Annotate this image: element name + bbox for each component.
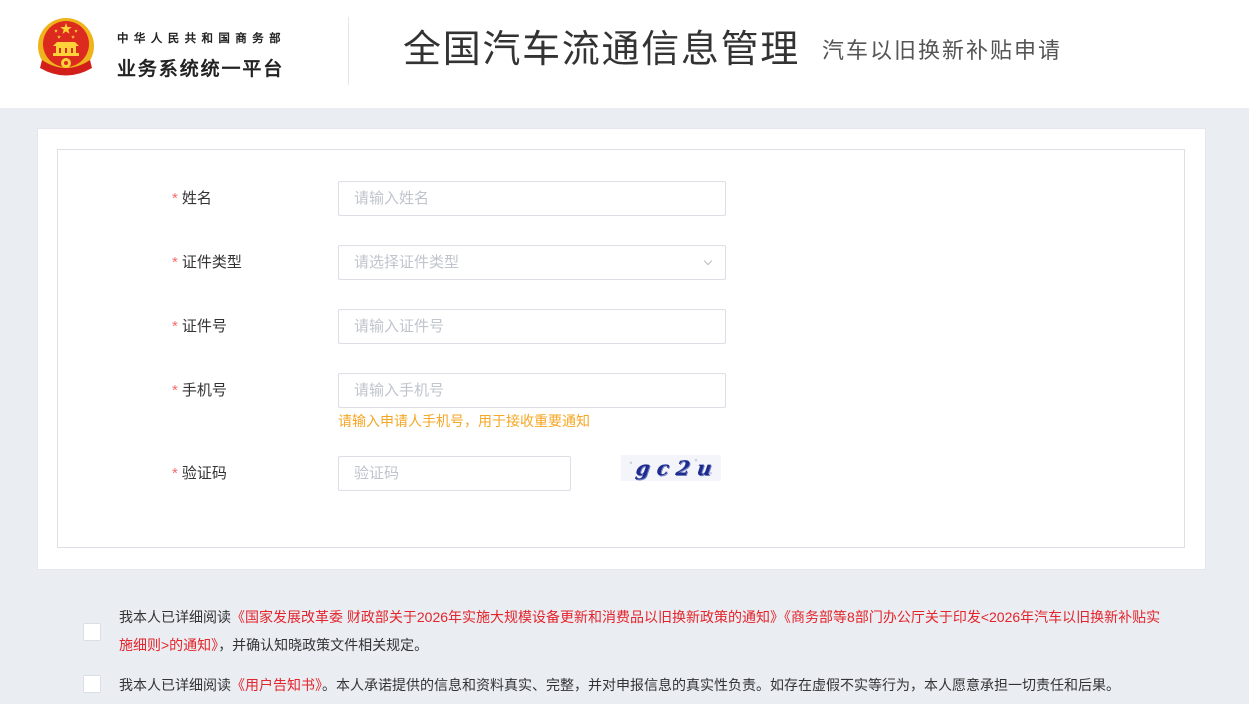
national-emblem-icon <box>36 16 96 80</box>
captcha-label: * 验证码 <box>172 456 227 491</box>
header-divider <box>348 17 349 85</box>
policy-agreement-checkbox[interactable] <box>83 623 101 641</box>
agreement-suffix: ，并确认知晓政策文件相关规定。 <box>218 637 429 653</box>
name-label: * 姓名 <box>172 181 212 216</box>
ndrc-policy-notice-link[interactable]: 《国家发展改革委 财政部关于2026年实施大规模设备更新和消费品以旧换新政策的通… <box>231 609 784 625</box>
phone-label: * 手机号 <box>172 373 227 408</box>
id-type-label: * 证件类型 <box>172 245 242 280</box>
agreement-suffix: 。本人承诺提供的信息和资料真实、完整，并对申报信息的真实性负责。如存在虚假不实等… <box>322 677 1120 693</box>
required-mark: * <box>172 318 178 335</box>
phone-hint: 请输入申请人手机号，用于接收重要通知 <box>338 413 590 429</box>
captcha-label-text: 验证码 <box>181 465 227 482</box>
captcha-image[interactable]: gc2u <box>621 455 721 481</box>
policy-agreement-text: 我本人已详细阅读《国家发展改革委 财政部关于2026年实施大规模设备更新和消费品… <box>119 603 1169 659</box>
required-mark: * <box>172 465 178 482</box>
page-title: 全国汽车流通信息管理 <box>403 29 801 71</box>
captcha-input[interactable] <box>338 456 571 491</box>
id-number-label-text: 证件号 <box>181 318 227 335</box>
id-type-placeholder: 请选择证件类型 <box>354 254 460 271</box>
phone-input[interactable] <box>338 373 726 408</box>
agreement-prefix: 我本人已详细阅读 <box>119 609 231 625</box>
required-mark: * <box>172 190 178 207</box>
required-mark: * <box>172 254 178 271</box>
user-notice-link[interactable]: 《用户告知书》 <box>231 677 322 693</box>
chevron-down-icon <box>703 256 713 266</box>
page-header: 中华人民共和国商务部 业务系统统一平台 全国汽车流通信息管理 汽车以旧换新补贴申… <box>0 0 1249 108</box>
id-type-select[interactable]: 请选择证件类型 <box>338 245 726 280</box>
captcha-text: gc2u <box>634 456 720 480</box>
agreement-prefix: 我本人已详细阅读 <box>119 677 231 693</box>
ministry-name: 中华人民共和国商务部 <box>117 33 286 45</box>
page-subtitle: 汽车以旧换新补贴申请 <box>822 38 1063 63</box>
platform-name: 业务系统统一平台 <box>117 59 285 80</box>
phone-label-text: 手机号 <box>181 382 227 399</box>
name-input[interactable] <box>338 181 726 216</box>
required-mark: * <box>172 382 178 399</box>
id-type-label-text: 证件类型 <box>181 254 242 271</box>
id-number-label: * 证件号 <box>172 309 227 344</box>
name-label-text: 姓名 <box>181 190 212 207</box>
id-number-input[interactable] <box>338 309 726 344</box>
user-notice-checkbox[interactable] <box>83 675 101 693</box>
user-notice-agreement-text: 我本人已详细阅读《用户告知书》。本人承诺提供的信息和资料真实、完整，并对申报信息… <box>119 671 1169 699</box>
